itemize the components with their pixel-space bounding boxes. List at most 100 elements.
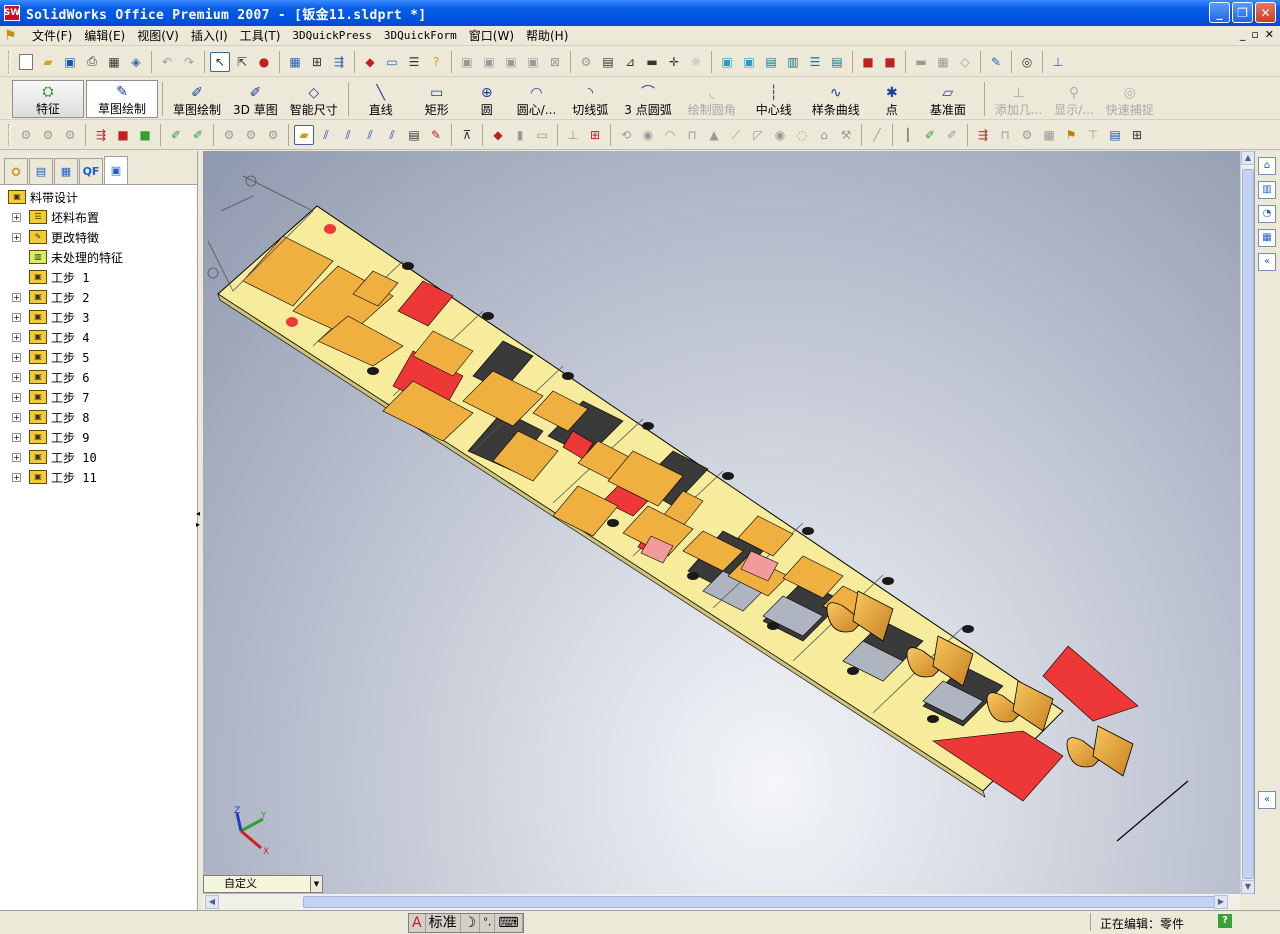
row3-icon-8[interactable]: ✐: [188, 125, 208, 145]
strip-icon-2[interactable]: ■: [880, 52, 900, 72]
close-button[interactable]: ✕: [1255, 2, 1276, 23]
redo-icon[interactable]: ↷: [179, 52, 199, 72]
tree-item-step-9[interactable]: + ▣ 工步 9: [0, 427, 197, 447]
row3-icon-12[interactable]: ▰: [294, 125, 314, 145]
mold-icon-4[interactable]: ▣: [523, 52, 543, 72]
menu-3dquickpress[interactable]: 3DQuickPress: [286, 29, 377, 42]
row3-icon-5[interactable]: ■: [113, 125, 133, 145]
view-icon-5[interactable]: ☰: [805, 52, 825, 72]
point-button[interactable]: ✱ 点: [868, 80, 916, 118]
quick-snap-button[interactable]: ◎ 快速捕捉: [1100, 80, 1160, 118]
row3-icon-18[interactable]: ✎: [426, 125, 446, 145]
tree-item-step-5[interactable]: + ▣ 工步 5: [0, 347, 197, 367]
row3-icon-17[interactable]: ▤: [404, 125, 424, 145]
row3-icon-29[interactable]: ▲: [704, 125, 724, 145]
row3-icon-24[interactable]: ⊞: [585, 125, 605, 145]
ime-mode[interactable]: 标准: [426, 914, 461, 932]
tool-icon-6[interactable]: ☼: [686, 52, 706, 72]
save-icon[interactable]: ▣: [60, 52, 80, 72]
expand-icon[interactable]: +: [12, 292, 21, 302]
undo-icon[interactable]: ↶: [157, 52, 177, 72]
tree-item-change-features[interactable]: + ✎ 更改特徵: [0, 227, 197, 247]
select-icon[interactable]: ↖: [210, 51, 230, 72]
scroll-down-icon[interactable]: ▼: [1241, 880, 1255, 894]
doc-minimize-button[interactable]: _: [1240, 28, 1246, 41]
fillet-button[interactable]: ◟ 绘制圆角: [680, 80, 744, 118]
tree-item-step-4[interactable]: + ▣ 工步 4: [0, 327, 197, 347]
row3-icon-37[interactable]: │: [898, 125, 918, 145]
spline-button[interactable]: ∿ 样条曲线: [804, 80, 868, 118]
row3-icon-41[interactable]: ⊓: [995, 125, 1015, 145]
tree-item-step-8[interactable]: + ▣ 工步 8: [0, 407, 197, 427]
measure-icon[interactable]: ✎: [986, 52, 1006, 72]
help-icon[interactable]: ?: [426, 52, 446, 72]
row3-icon-45[interactable]: ⊤: [1083, 125, 1103, 145]
expand-pane-icon[interactable]: «: [1258, 253, 1276, 271]
tile-icon[interactable]: ☰: [404, 52, 424, 72]
centerline-button[interactable]: ┆ 中心线: [744, 80, 804, 118]
row3-icon-40[interactable]: ⇶: [973, 125, 993, 145]
tree-item-step-10[interactable]: + ▣ 工步 10: [0, 447, 197, 467]
row3-icon-23[interactable]: ⊥: [563, 125, 583, 145]
wrap-icon[interactable]: ⇶: [329, 52, 349, 72]
tree-item-step-6[interactable]: + ▣ 工步 6: [0, 367, 197, 387]
view-icon-2[interactable]: ▣: [739, 52, 759, 72]
tool-icon-1[interactable]: ⚙: [576, 52, 596, 72]
row3-icon-31[interactable]: ◸: [748, 125, 768, 145]
row3-icon-6[interactable]: ■: [135, 125, 155, 145]
row3-icon-13[interactable]: ⫽: [316, 125, 336, 145]
row3-icon-30[interactable]: ⟋: [726, 125, 746, 145]
row3-icon-43[interactable]: ▦: [1039, 125, 1059, 145]
row3-icon-21[interactable]: ▮: [510, 125, 530, 145]
new-document-icon[interactable]: [16, 52, 36, 72]
sheet-icon-1[interactable]: ▬: [911, 52, 931, 72]
minimize-button[interactable]: _: [1209, 2, 1230, 23]
row3-icon-4[interactable]: ⇶: [91, 125, 111, 145]
menu-tools[interactable]: 工具(T): [234, 27, 287, 44]
mold-icon-5[interactable]: ⊠: [545, 52, 565, 72]
strip-icon-1[interactable]: ■: [858, 52, 878, 72]
tangent-arc-button[interactable]: ◝ 切线弧: [564, 80, 616, 118]
row3-icon-47[interactable]: ⊞: [1127, 125, 1147, 145]
row3-icon-27[interactable]: ◠: [660, 125, 680, 145]
appearance-icon[interactable]: ◆: [360, 52, 380, 72]
doc-restore-button[interactable]: ▫: [1251, 28, 1258, 41]
row3-icon-22[interactable]: ▭: [532, 125, 552, 145]
axis-icon[interactable]: ⊥: [1048, 52, 1068, 72]
rotate-icon[interactable]: ◎: [1017, 52, 1037, 72]
row3-icon-3[interactable]: ⚙: [60, 125, 80, 145]
collapse-pane-icon[interactable]: «: [1258, 791, 1276, 809]
line-button[interactable]: ╲ 直线: [353, 80, 409, 118]
row3-icon-16[interactable]: ⫽: [382, 125, 402, 145]
menu-view[interactable]: 视图(V): [131, 27, 185, 44]
expand-icon[interactable]: +: [12, 372, 21, 382]
tree-item-unprocessed[interactable]: ▥ 未处理的特征: [0, 247, 197, 267]
view-palette-icon[interactable]: ▦: [1258, 229, 1276, 247]
view-icon-1[interactable]: ▣: [717, 52, 737, 72]
ime-lang-icon[interactable]: A: [409, 914, 426, 932]
ime-toolbar[interactable]: A 标准 ☽ °, ⌨: [408, 913, 524, 933]
horizontal-scrollbar[interactable]: ◀ ▶: [203, 894, 1240, 910]
expand-icon[interactable]: +: [12, 412, 21, 422]
graphics-area[interactable]: X Y Z: [203, 151, 1240, 894]
row3-icon-1[interactable]: ⚙: [16, 125, 36, 145]
rectangle-button[interactable]: ▭ 矩形: [409, 80, 465, 118]
menu-insert[interactable]: 插入(I): [185, 27, 234, 44]
row3-icon-34[interactable]: ⌂: [814, 125, 834, 145]
row3-icon-9[interactable]: ⚙: [219, 125, 239, 145]
tree-item-step-3[interactable]: + ▣ 工步 3: [0, 307, 197, 327]
circle-button[interactable]: ⊕ 圆: [465, 80, 509, 118]
ime-punct-icon[interactable]: °,: [480, 914, 496, 932]
tree-item-step-2[interactable]: + ▣ 工步 2: [0, 287, 197, 307]
view-orientation-select[interactable]: 自定义 ▼: [203, 875, 323, 893]
toolbar-grip-3[interactable]: [8, 124, 11, 146]
mold-icon-2[interactable]: ▣: [479, 52, 499, 72]
mold-icon-3[interactable]: ▣: [501, 52, 521, 72]
display-relation-button[interactable]: ⚲ 显示/...: [1048, 80, 1100, 118]
row3-icon-36[interactable]: ╱: [867, 125, 887, 145]
design-library-icon[interactable]: ▥: [1258, 181, 1276, 199]
options-icon[interactable]: ◈: [126, 52, 146, 72]
strip-layout-model[interactable]: X Y Z: [203, 151, 1240, 894]
restore-button[interactable]: ❐: [1232, 2, 1253, 23]
rebuild-icon[interactable]: ●: [254, 52, 274, 72]
